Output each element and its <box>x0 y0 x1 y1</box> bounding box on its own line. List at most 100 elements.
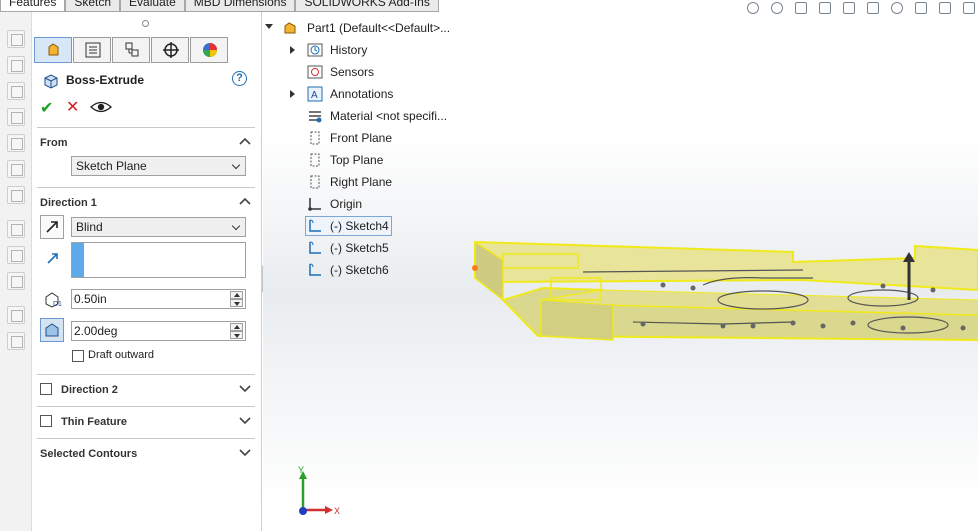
chevron-down-icon[interactable] <box>238 383 252 393</box>
expand-arrow-icon[interactable] <box>290 46 295 54</box>
end-condition-select[interactable]: Blind <box>71 217 246 237</box>
chevron-up-icon[interactable] <box>238 136 252 146</box>
direction-vector-icon <box>47 253 58 264</box>
annotations-icon: A <box>307 86 323 102</box>
sketch-icon <box>309 263 321 276</box>
detailed-preview-eye-icon[interactable] <box>90 100 112 114</box>
draft-angle-increase-button[interactable] <box>230 323 243 331</box>
depth-input[interactable]: 0.50in <box>71 289 246 309</box>
apply-scene-icon[interactable] <box>936 0 954 16</box>
zoom-to-fit-icon[interactable] <box>744 0 762 16</box>
section-view-icon[interactable] <box>816 0 834 16</box>
edit-appearance-icon[interactable] <box>912 0 930 16</box>
collapse-arrow-icon[interactable] <box>265 24 273 29</box>
direction1-section: Direction 1 Blind D1 0.50in 2.00deg Draf… <box>37 187 255 382</box>
direction2-title: Direction 2 <box>61 384 118 396</box>
extruded-boss-icon[interactable] <box>7 30 25 48</box>
tab-display-manager[interactable] <box>190 37 228 63</box>
direction2-section: Direction 2 <box>37 374 255 406</box>
rib-icon[interactable] <box>7 272 25 290</box>
panel-drag-handle[interactable] <box>142 20 149 27</box>
thin-feature-checkbox[interactable] <box>40 415 52 427</box>
extrude-preview-geometry[interactable] <box>463 230 978 350</box>
curves-icon[interactable] <box>7 332 25 350</box>
revolved-boss-icon[interactable] <box>7 56 25 74</box>
command-manager-tabs: Features Sketch Evaluate MBD Dimensions … <box>0 0 439 12</box>
depth-icon: D1 <box>45 292 62 308</box>
display-style-icon[interactable] <box>864 0 882 16</box>
origin-icon <box>308 198 321 211</box>
previous-view-icon[interactable] <box>792 0 810 16</box>
tab-features[interactable]: Features <box>0 0 66 12</box>
chevron-down-icon[interactable] <box>238 415 252 425</box>
fillet-icon[interactable] <box>7 220 25 238</box>
swept-boss-icon[interactable] <box>7 82 25 100</box>
history-icon <box>307 43 323 57</box>
tab-configuration-manager[interactable] <box>112 37 150 63</box>
tab-dimxpert-manager[interactable] <box>151 37 189 63</box>
cancel-x-icon[interactable]: ✕ <box>66 97 79 117</box>
draft-angle-value: 2.00deg <box>74 324 118 338</box>
tree-item-label: Annotations <box>330 87 394 101</box>
thin-feature-section: Thin Feature <box>37 406 255 438</box>
tab-feature-tree[interactable] <box>73 37 111 63</box>
color-wheel-icon <box>203 43 217 57</box>
heads-up-view-toolbar <box>744 0 978 16</box>
reference-geometry-icon[interactable] <box>7 306 25 324</box>
plane-icon <box>310 175 320 189</box>
tree-item-label: Sensors <box>330 65 375 79</box>
depth-decrease-button[interactable] <box>230 299 243 307</box>
tree-item-label: Top Plane <box>330 153 384 167</box>
depth-increase-button[interactable] <box>230 291 243 299</box>
hide-show-items-icon[interactable] <box>888 0 906 16</box>
zoom-to-area-icon[interactable] <box>768 0 786 16</box>
chevron-down-icon[interactable] <box>238 447 252 457</box>
view-settings-icon[interactable] <box>960 0 978 16</box>
hole-wizard-icon[interactable] <box>7 186 25 204</box>
manager-tabs <box>34 37 229 63</box>
draft-icon <box>45 323 59 337</box>
help-icon[interactable]: ? <box>232 71 247 86</box>
draft-angle-input[interactable]: 2.00deg <box>71 321 246 341</box>
tree-item-label: Front Plane <box>330 131 393 145</box>
feature-title: Boss-Extrude <box>66 73 145 87</box>
svg-text:A: A <box>311 90 318 101</box>
ok-check-icon[interactable]: ✔ <box>40 98 53 118</box>
tab-sketch[interactable]: Sketch <box>65 0 121 12</box>
tree-item-label: (-) Sketch4 <box>330 219 389 233</box>
tree-item-label: (-) Sketch5 <box>330 241 389 255</box>
tree-item-label: Right Plane <box>330 175 393 189</box>
property-manager: Boss-Extrude ? ✔ ✕ From Sketch Plane Dir… <box>32 12 262 531</box>
view-orientation-icon[interactable] <box>840 0 858 16</box>
triad-y-label: Y <box>298 465 304 475</box>
svg-text:D1: D1 <box>53 301 62 308</box>
chevron-up-icon[interactable] <box>238 196 252 206</box>
direction2-checkbox[interactable] <box>40 383 52 395</box>
tab-mbd-dimensions[interactable]: MBD Dimensions <box>184 0 296 12</box>
reverse-direction-button[interactable] <box>40 215 64 239</box>
expand-arrow-icon[interactable] <box>290 90 295 98</box>
draft-toggle-button[interactable] <box>40 318 64 342</box>
tree-item-label: Origin <box>330 197 363 211</box>
feature-tree-icon <box>85 42 101 58</box>
tab-evaluate[interactable]: Evaluate <box>120 0 185 12</box>
boundary-boss-icon[interactable] <box>7 134 25 152</box>
draft-angle-decrease-button[interactable] <box>230 331 243 339</box>
pattern-icon[interactable] <box>7 246 25 264</box>
tab-property-manager[interactable] <box>34 37 72 63</box>
tree-item-label: (-) Sketch6 <box>330 263 389 277</box>
sensors-icon <box>307 65 323 79</box>
tree-root-label: Part1 (Default<<Default>... <box>307 21 451 35</box>
direction-selection-box[interactable] <box>71 242 246 278</box>
from-start-condition-select[interactable]: Sketch Plane <box>71 156 246 176</box>
reverse-direction-arrow-icon <box>46 221 58 233</box>
selected-contours-section: Selected Contours <box>37 438 255 470</box>
lofted-boss-icon[interactable] <box>7 108 25 126</box>
extruded-cut-icon[interactable] <box>7 160 25 178</box>
selected-contours-title: Selected Contours <box>40 448 138 460</box>
tab-solidworks-addins[interactable]: SOLIDWORKS Add-Ins <box>295 0 439 12</box>
from-section: From Sketch Plane <box>37 127 255 185</box>
tree-item-label: Material <not specifi... <box>330 109 448 123</box>
draft-outward-checkbox[interactable] <box>72 350 84 362</box>
triad-x-label: X <box>334 506 340 516</box>
